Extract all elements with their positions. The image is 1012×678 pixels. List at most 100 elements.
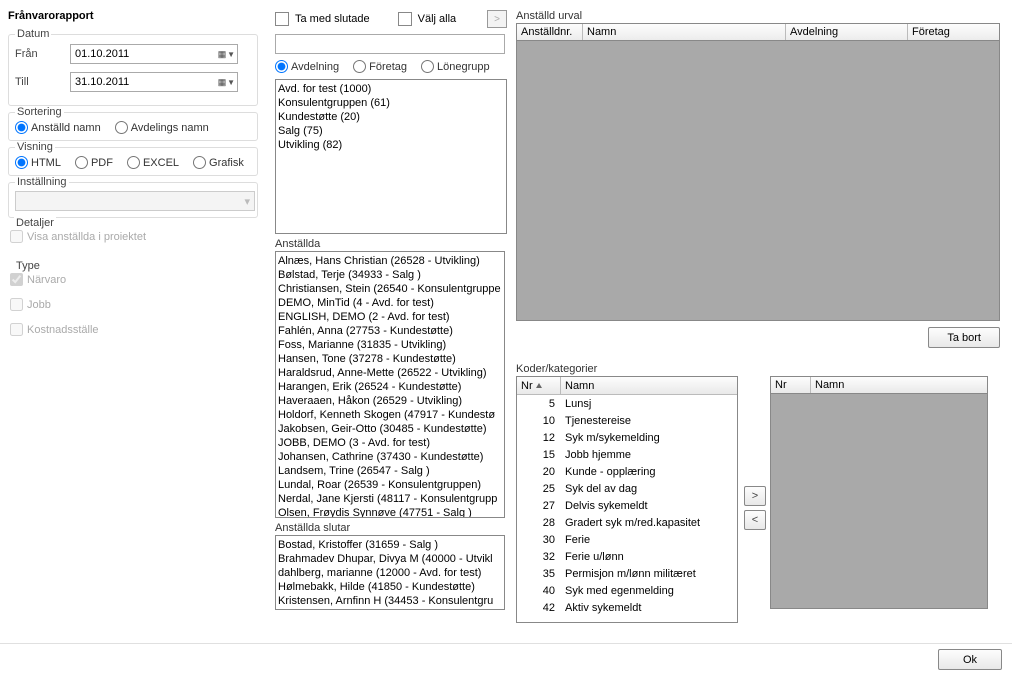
sort-employee[interactable]: Anställd namn <box>15 121 101 134</box>
list-item[interactable]: dahlberg, marianne (12000 - Avd. for tes… <box>278 566 502 580</box>
date-from[interactable]: ▦ ▼ <box>70 44 238 64</box>
departments-list[interactable]: Avd. for test (1000)Konsulentgruppen (61… <box>275 79 507 234</box>
list-item[interactable]: Hølmebakk, Hilde (41850 - Kundestøtte) <box>278 580 502 594</box>
jobb-check: Jobb <box>10 298 256 311</box>
list-item[interactable]: Konsulentgruppen (61) <box>278 96 504 110</box>
ok-button[interactable]: Ok <box>938 649 1002 670</box>
narvaro-check: Närvaro <box>10 273 256 286</box>
view-graphic[interactable]: Grafisk <box>193 156 244 169</box>
code-row[interactable]: 28Gradert syk m/red.kapasitet <box>517 514 737 531</box>
code-row[interactable]: 10Tjenestereise <box>517 412 737 429</box>
list-item[interactable]: Harangen, Erik (26524 - Kundestøtte) <box>278 380 502 394</box>
sort-legend: Sortering <box>15 106 64 118</box>
calendar-icon[interactable]: ▦ <box>217 75 227 89</box>
employees-label: Anställda <box>275 238 507 250</box>
sel-codes-col-namn[interactable]: Namn <box>811 377 987 393</box>
arrow-button[interactable]: > <box>487 10 507 28</box>
from-label: Från <box>15 48 70 60</box>
code-row[interactable]: 40Syk med egenmelding <box>517 582 737 599</box>
page-title: Frånvarorapport <box>8 10 258 22</box>
sort-department[interactable]: Avdelings namn <box>115 121 209 134</box>
codes-col-nr[interactable]: Nr <box>517 377 561 394</box>
list-item[interactable]: Kristensen, Arnfinn H (34453 - Konsulent… <box>278 594 502 608</box>
list-item[interactable]: Brahmadev Dhupar, Divya M (40000 - Utvik… <box>278 552 502 566</box>
selection-label: Anställd urval <box>516 10 1000 22</box>
kostnad-check: Kostnadsställe <box>10 323 256 336</box>
list-item[interactable]: Foss, Marianne (31835 - Utvikling) <box>278 338 502 352</box>
list-item[interactable]: JOBB, DEMO (3 - Avd. for test) <box>278 436 502 450</box>
col-namn[interactable]: Namn <box>583 24 786 40</box>
view-legend: Visning <box>15 141 55 153</box>
move-left-button[interactable]: < <box>744 510 766 530</box>
calendar-icon[interactable]: ▦ <box>217 47 227 61</box>
search-input[interactable] <box>275 34 505 54</box>
list-item[interactable]: DEMO, MinTid (4 - Avd. for test) <box>278 296 502 310</box>
list-item[interactable]: Kundestøtte (20) <box>278 110 504 124</box>
chevron-down-icon[interactable]: ▼ <box>227 50 235 59</box>
employees-list[interactable]: Alnæs, Hans Christian (26528 - Utvikling… <box>275 251 505 518</box>
include-ended-check[interactable] <box>275 12 289 26</box>
view-pdf[interactable]: PDF <box>75 156 113 169</box>
type-legend: Type <box>14 260 42 272</box>
list-item[interactable]: Bølstad, Terje (34933 - Salg ) <box>278 268 502 282</box>
view-group: Visning HTML PDF EXCEL Grafisk <box>8 147 258 176</box>
code-row[interactable]: 35Permisjon m/lønn militæret <box>517 565 737 582</box>
chevron-down-icon[interactable]: ▼ <box>227 78 235 87</box>
code-row[interactable]: 20Kunde - opplæring <box>517 463 737 480</box>
list-item[interactable]: Christiansen, Stein (26540 - Konsulentgr… <box>278 282 502 296</box>
selection-header: Anställdnr. Namn Avdelning Företag <box>516 23 1000 41</box>
code-row[interactable]: 12Syk m/sykemelding <box>517 429 737 446</box>
filter-lonegrupp[interactable]: Lönegrupp <box>421 60 490 73</box>
list-item[interactable]: Salg (75) <box>278 124 504 138</box>
list-item[interactable]: Hansen, Tone (37278 - Kundestøtte) <box>278 352 502 366</box>
list-item[interactable]: Olsen, Frøydis Synnøve (47751 - Salg ) <box>278 506 502 518</box>
move-right-button[interactable]: > <box>744 486 766 506</box>
selection-body[interactable] <box>516 41 1000 321</box>
list-item[interactable]: Bostad, Kristoffer (31659 - Salg ) <box>278 538 502 552</box>
list-item[interactable]: Fahlén, Anna (27753 - Kundestøtte) <box>278 324 502 338</box>
code-row[interactable]: 42Aktiv sykemeldt <box>517 599 737 616</box>
details-legend: Detaljer <box>14 217 56 229</box>
ending-list[interactable]: Bostad, Kristoffer (31659 - Salg )Brahma… <box>275 535 505 610</box>
code-row[interactable]: 32Ferie u/lønn <box>517 548 737 565</box>
col-foretag[interactable]: Företag <box>908 24 999 40</box>
col-nr[interactable]: Anställdnr. <box>517 24 583 40</box>
filter-foretag[interactable]: Företag <box>353 60 407 73</box>
date-from-field[interactable] <box>75 48 217 60</box>
code-row[interactable]: 15Jobb hjemme <box>517 446 737 463</box>
list-item[interactable]: Alnæs, Hans Christian (26528 - Utvikling… <box>278 254 502 268</box>
list-item[interactable]: Avd. for test (1000) <box>278 82 504 96</box>
code-row[interactable]: 5Lunsj <box>517 395 737 412</box>
details-group: Detaljer Visa anställda i proiektet <box>8 224 258 261</box>
list-item[interactable]: Johansen, Cathrine (37430 - Kundestøtte) <box>278 450 502 464</box>
list-item[interactable]: Jakobsen, Geir-Otto (30485 - Kundestøtte… <box>278 422 502 436</box>
list-item[interactable]: Holdorf, Kenneth Skogen (47917 - Kundest… <box>278 408 502 422</box>
list-item[interactable]: Utvikling (82) <box>278 138 504 152</box>
show-employees-check: Visa anställda i proiektet <box>10 230 256 243</box>
list-item[interactable]: Haraldsrud, Anne-Mette (26522 - Utviklin… <box>278 366 502 380</box>
date-to-field[interactable] <box>75 76 217 88</box>
list-item[interactable]: Nerdal, Jane Kjersti (48117 - Konsulentg… <box>278 492 502 506</box>
settings-group: Inställning ▾ <box>8 182 258 218</box>
list-item[interactable]: ENGLISH, DEMO (2 - Avd. for test) <box>278 310 502 324</box>
view-excel[interactable]: EXCEL <box>127 156 179 169</box>
codes-col-namn[interactable]: Namn <box>561 377 737 394</box>
list-item[interactable]: Moreno Oviedo, Fernando (26526 - Utvikli… <box>278 608 502 610</box>
list-item[interactable]: Lundal, Roar (26539 - Konsulentgruppen) <box>278 478 502 492</box>
code-row[interactable]: 25Syk del av dag <box>517 480 737 497</box>
filter-avdeling[interactable]: Avdelning <box>275 60 339 73</box>
sel-codes-col-nr[interactable]: Nr <box>771 377 811 393</box>
code-row[interactable]: 30Ferie <box>517 531 737 548</box>
codes-list[interactable]: Nr Namn 5Lunsj10Tjenestereise12Syk m/syk… <box>516 376 738 623</box>
list-item[interactable]: Landsem, Trine (26547 - Salg ) <box>278 464 502 478</box>
include-ended-label: Ta med slutade <box>295 13 370 25</box>
ta-bort-button[interactable]: Ta bort <box>928 327 1000 348</box>
date-to[interactable]: ▦ ▼ <box>70 72 238 92</box>
select-all-check[interactable] <box>398 12 412 26</box>
list-item[interactable]: Haveraaen, Håkon (26529 - Utvikling) <box>278 394 502 408</box>
settings-combo: ▾ <box>15 191 255 211</box>
code-row[interactable]: 27Delvis sykemeldt <box>517 497 737 514</box>
view-html[interactable]: HTML <box>15 156 61 169</box>
col-avd[interactable]: Avdelning <box>786 24 908 40</box>
selected-codes-body[interactable] <box>770 394 988 609</box>
